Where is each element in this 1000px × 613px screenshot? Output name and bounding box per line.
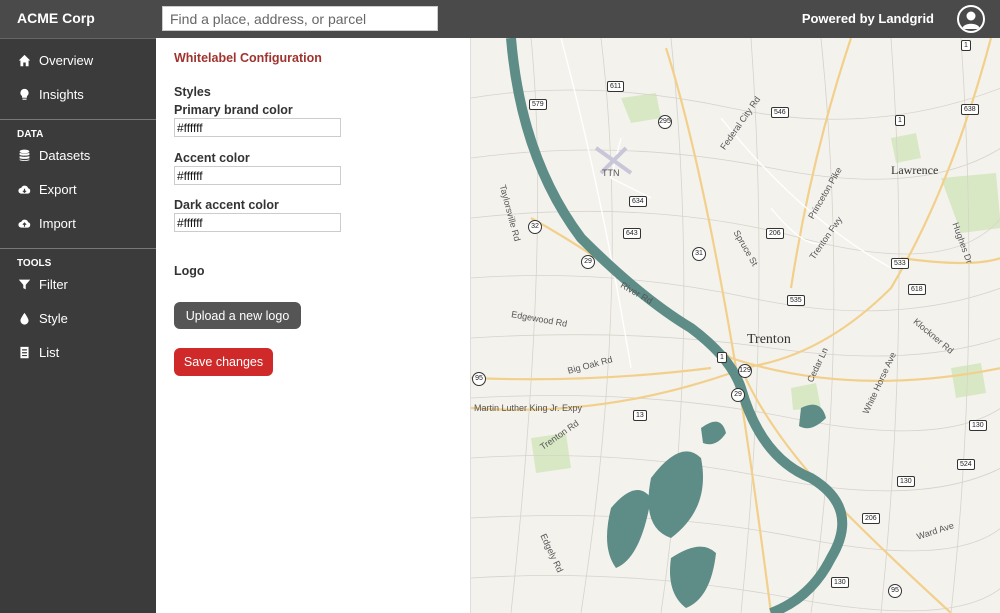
sidebar-item-overview[interactable]: Overview bbox=[0, 45, 156, 75]
sidebar-item-insights[interactable]: Insights bbox=[0, 79, 156, 109]
route-shield: 1 bbox=[961, 40, 971, 51]
section-tools-heading: TOOLS bbox=[17, 258, 52, 269]
whitelabel-config-panel: Whitelabel Configuration Styles Primary … bbox=[156, 38, 470, 613]
sidebar-item-label: Insights bbox=[39, 86, 84, 102]
droplet-icon bbox=[17, 311, 31, 325]
route-shield: 1 bbox=[717, 352, 727, 363]
filter-icon bbox=[17, 277, 31, 291]
sidebar-item-import[interactable]: Import bbox=[0, 208, 156, 238]
route-shield: 643 bbox=[623, 228, 641, 239]
accent-color-input[interactable] bbox=[174, 166, 341, 185]
cloud-download-icon bbox=[17, 182, 31, 196]
route-shield: 206 bbox=[766, 228, 784, 239]
route-shield: 29 bbox=[731, 388, 745, 402]
route-shield: 618 bbox=[908, 284, 926, 295]
sidebar-item-label: Filter bbox=[39, 276, 68, 292]
search-input[interactable] bbox=[162, 6, 438, 31]
airport-label: TTN bbox=[602, 168, 620, 178]
route-shield: 533 bbox=[891, 258, 909, 269]
sidebar-item-datasets[interactable]: Datasets bbox=[0, 140, 156, 170]
map-view[interactable]: Trenton Lawrence TTN Federal City Rd Tay… bbox=[470, 38, 1000, 613]
route-shield: 295 bbox=[658, 115, 672, 129]
section-data-heading: DATA bbox=[17, 129, 44, 140]
route-shield: 546 bbox=[771, 107, 789, 118]
route-shield: 579 bbox=[529, 99, 547, 110]
route-shield: 1 bbox=[895, 115, 905, 126]
logo-heading: Logo bbox=[174, 264, 205, 278]
primary-color-label: Primary brand color bbox=[174, 103, 293, 117]
sidebar-item-label: Style bbox=[39, 310, 68, 326]
route-shield: 129 bbox=[738, 364, 752, 378]
route-shield: 13 bbox=[633, 410, 647, 421]
sidebar-divider bbox=[0, 248, 156, 249]
sidebar-divider bbox=[0, 119, 156, 120]
accent-color-label: Accent color bbox=[174, 151, 250, 165]
database-icon bbox=[17, 148, 31, 162]
sidebar-item-label: Export bbox=[39, 181, 77, 197]
route-shield: 634 bbox=[629, 196, 647, 207]
user-avatar-icon[interactable] bbox=[957, 5, 985, 33]
top-bar: ACME Corp Powered by Landgrid bbox=[0, 0, 1000, 38]
page-title: Whitelabel Configuration bbox=[174, 51, 322, 65]
styles-heading: Styles bbox=[174, 85, 211, 99]
save-changes-button[interactable]: Save changes bbox=[174, 348, 273, 376]
road-label: Martin Luther King Jr. Expy bbox=[474, 403, 583, 413]
route-shield: 130 bbox=[897, 476, 915, 487]
map-label-lawrence: Lawrence bbox=[891, 163, 939, 177]
route-shield: 31 bbox=[692, 247, 706, 261]
sidebar-item-style[interactable]: Style bbox=[0, 303, 156, 333]
powered-by-label: Powered by Landgrid bbox=[801, 11, 934, 26]
sidebar-item-filter[interactable]: Filter bbox=[0, 269, 156, 299]
home-icon bbox=[17, 53, 31, 67]
lightbulb-icon bbox=[17, 87, 31, 101]
dark-accent-color-label: Dark accent color bbox=[174, 198, 279, 212]
sidebar-item-label: List bbox=[39, 344, 60, 360]
sidebar-item-label: Datasets bbox=[39, 147, 91, 163]
dark-accent-color-input[interactable] bbox=[174, 213, 341, 232]
list-icon bbox=[17, 345, 31, 359]
route-shield: 206 bbox=[862, 513, 880, 524]
route-shield: 611 bbox=[607, 81, 625, 92]
route-shield: 130 bbox=[831, 577, 849, 588]
cloud-upload-icon bbox=[17, 216, 31, 230]
route-shield: 638 bbox=[961, 104, 979, 115]
upload-logo-button[interactable]: Upload a new logo bbox=[174, 302, 301, 329]
route-shield: 130 bbox=[969, 420, 987, 431]
brand-name[interactable]: ACME Corp bbox=[17, 10, 95, 26]
route-shield: 535 bbox=[787, 295, 805, 306]
route-shield: 32 bbox=[528, 220, 542, 234]
route-shield: 29 bbox=[581, 255, 595, 269]
sidebar-item-label: Overview bbox=[39, 52, 94, 68]
map-label-trenton: Trenton bbox=[747, 332, 791, 347]
route-shield: 95 bbox=[888, 584, 902, 598]
route-shield: 95 bbox=[472, 372, 486, 386]
route-shield: 524 bbox=[957, 459, 975, 470]
sidebar-item-export[interactable]: Export bbox=[0, 174, 156, 204]
sidebar-item-label: Import bbox=[39, 215, 76, 231]
sidebar-item-list[interactable]: List bbox=[0, 337, 156, 367]
sidebar: Overview Insights DATA Datasets Export I… bbox=[0, 38, 156, 613]
primary-color-input[interactable] bbox=[174, 118, 341, 137]
